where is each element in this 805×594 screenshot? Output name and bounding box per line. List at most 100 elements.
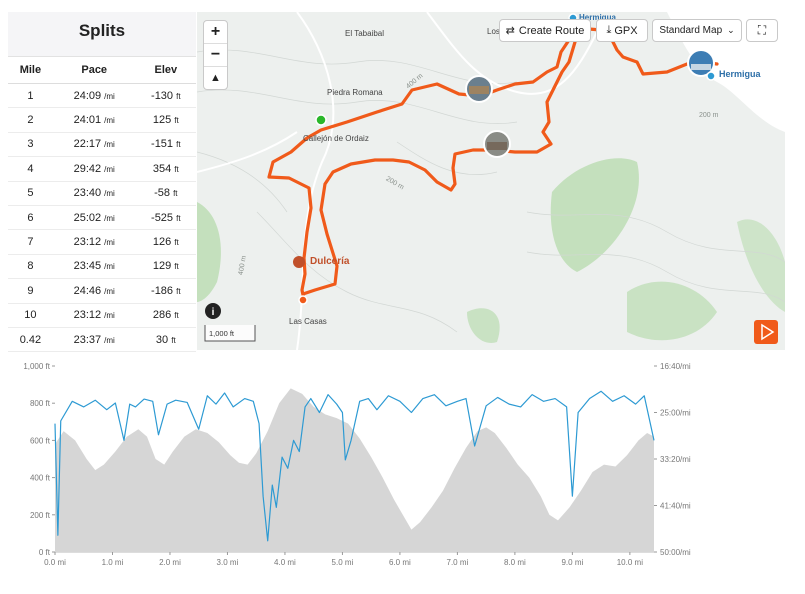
split-pace: 23:45 /mi: [52, 254, 136, 280]
gpx-button[interactable]: ⤓ GPX: [596, 19, 648, 42]
split-pace: 23:37 /mi: [52, 327, 136, 353]
split-pace-unit: /mi: [104, 91, 115, 101]
splits-table: Mile Pace Elev 1 24:09 /mi -130 ft 2 24:01 /…: [8, 57, 196, 353]
y-left-tick-label: 1,000 ft: [23, 362, 50, 371]
split-mile: 9: [8, 278, 53, 304]
play-flyover-button[interactable]: [754, 320, 778, 344]
y-right-tick-label: 25:00/mi: [660, 409, 691, 418]
hermigua-marker: [706, 71, 716, 81]
y-right-tick-label: 33:20/mi: [660, 455, 691, 464]
split-mile: 5: [8, 181, 53, 206]
split-pace-unit: /mi: [104, 335, 115, 345]
elevation-pace-chart[interactable]: 0 ft 200 ft 400 ft 600 ft 800 ft 1,000 ft 16:4…: [8, 352, 785, 589]
cafe-marker[interactable]: [293, 256, 305, 268]
place-label-dulceria: Dulcería: [310, 256, 350, 267]
col-header-elev: Elev: [135, 57, 196, 84]
splits-panel: Splits Mile Pace Elev 1 24:09 /mi -130 ft 2…: [8, 12, 196, 353]
split-pace: 22:17 /mi: [52, 132, 136, 158]
split-mile: 1: [8, 83, 53, 109]
end-marker[interactable]: [298, 295, 308, 305]
y-left-tick-label: 400 ft: [30, 474, 51, 483]
split-pace-unit: /mi: [104, 286, 115, 296]
splits-header-row: Mile Pace Elev: [8, 57, 196, 84]
split-elev-value: 129: [152, 260, 172, 273]
split-elev: 125 ft: [135, 107, 196, 133]
x-tick-label: 9.0 mi: [561, 558, 583, 567]
split-mile: 6: [8, 205, 53, 231]
split-elev: 30 ft: [135, 327, 196, 353]
split-pace-unit: /mi: [104, 164, 115, 174]
elevation-area: [55, 388, 654, 552]
map-type-label: Standard Map: [659, 25, 723, 36]
place-label-piedra-romana: Piedra Romana: [327, 88, 383, 97]
split-mile: 8: [8, 254, 53, 280]
split-elev-unit: ft: [176, 286, 181, 296]
split-mile: 0.42: [8, 327, 53, 353]
route-icon: ⇄: [505, 25, 515, 37]
x-tick-label: 0.0 mi: [44, 558, 66, 567]
zoom-out-button[interactable]: −: [204, 44, 227, 67]
split-mile: 7: [8, 229, 53, 255]
place-label-el-tabaibal: El Tabaibal: [345, 29, 384, 38]
chart-svg[interactable]: 0 ft 200 ft 400 ft 600 ft 800 ft 1,000 ft 16:4…: [8, 352, 785, 589]
split-pace-unit: /mi: [104, 140, 115, 150]
zoom-in-button[interactable]: +: [204, 21, 227, 44]
map-type-select[interactable]: Standard Map ⌄: [652, 19, 742, 42]
col-header-pace: Pace: [52, 57, 136, 84]
split-elev-unit: ft: [174, 164, 179, 174]
split-row: 4 29:42 /mi 354 ft: [8, 156, 196, 182]
photo-thumbnail-2[interactable]: [483, 130, 511, 158]
split-row: 8 23:45 /mi 129 ft: [8, 254, 196, 280]
x-tick-label: 7.0 mi: [447, 558, 469, 567]
split-elev-value: 354: [152, 162, 172, 175]
y-left-tick-label: 200 ft: [30, 511, 51, 520]
splits-title: Splits: [8, 12, 196, 57]
split-elev-value: 126: [152, 236, 172, 249]
split-mile: 3: [8, 132, 53, 158]
create-route-label: Create Route: [518, 24, 585, 37]
split-row: 0.42 23:37 /mi 30 ft: [8, 327, 196, 353]
split-mile: 4: [8, 156, 53, 182]
split-pace: 23:12 /mi: [52, 303, 136, 328]
fullscreen-icon: ⛶: [757, 23, 767, 37]
split-elev-unit: ft: [176, 91, 181, 101]
fullscreen-button[interactable]: ⛶: [746, 19, 778, 42]
split-pace-unit: /mi: [104, 116, 115, 126]
split-row: 2 24:01 /mi 125 ft: [8, 107, 196, 133]
y-right-tick-label: 16:40/mi: [660, 362, 691, 371]
x-tick-label: 5.0 mi: [332, 558, 354, 567]
map-canvas[interactable]: i 1,000 ft: [197, 12, 785, 350]
create-route-button[interactable]: ⇄ Create Route: [499, 19, 591, 42]
split-elev: 354 ft: [135, 156, 196, 182]
info-icon-glyph: i: [212, 307, 215, 318]
split-elev-unit: ft: [174, 311, 179, 321]
split-pace-value: 29:42: [73, 162, 102, 175]
route-map[interactable]: i 1,000 ft El Tabaibal Los Hermigua Herm…: [197, 12, 785, 350]
split-pace: 23:40 /mi: [52, 181, 136, 206]
start-marker[interactable]: [315, 114, 327, 126]
x-tick-label: 1.0 mi: [102, 558, 124, 567]
contour-label-200b: 200 m: [699, 112, 719, 119]
x-tick-label: 4.0 mi: [274, 558, 296, 567]
split-pace-unit: /mi: [104, 311, 115, 321]
split-pace: 29:42 /mi: [52, 156, 136, 182]
split-elev-unit: ft: [174, 238, 179, 248]
zoom-controls: + − ▲: [203, 20, 228, 90]
split-pace-value: 25:02: [73, 211, 102, 224]
split-elev-unit: ft: [176, 213, 181, 223]
split-pace-unit: /mi: [104, 238, 115, 248]
split-pace-value: 22:17: [73, 138, 102, 151]
split-pace-unit: /mi: [104, 262, 115, 272]
split-elev-unit: ft: [176, 140, 181, 150]
x-tick-label: 2.0 mi: [159, 558, 181, 567]
split-elev-unit: ft: [173, 189, 178, 199]
x-tick-label: 10.0 mi: [617, 558, 643, 567]
split-elev-value: 30: [155, 333, 169, 346]
photo-thumbnail-1[interactable]: [465, 75, 493, 103]
split-pace: 23:12 /mi: [52, 229, 136, 255]
compass-button[interactable]: ▲: [204, 67, 227, 89]
split-row: 3 22:17 /mi -151 ft: [8, 132, 196, 158]
split-elev: -130 ft: [135, 83, 196, 109]
split-pace-value: 23:37: [73, 333, 102, 346]
split-pace: 24:09 /mi: [52, 83, 136, 109]
